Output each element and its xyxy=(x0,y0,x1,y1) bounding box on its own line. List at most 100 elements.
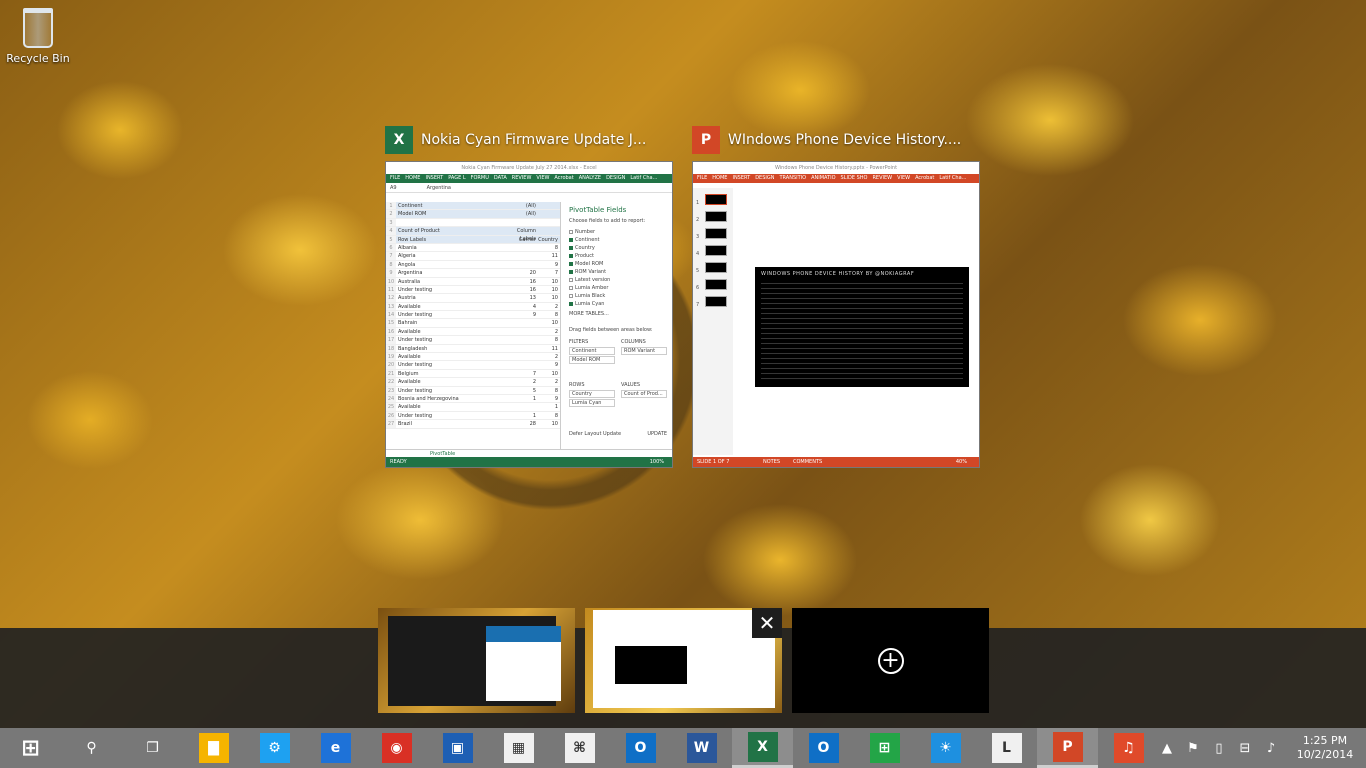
country-value: 11 xyxy=(551,253,558,260)
table-row: 19 Available 2 xyxy=(386,353,560,362)
field-label: Continent xyxy=(575,237,600,243)
taskbar-outlook-2[interactable]: O xyxy=(793,728,854,768)
country-value: 2 xyxy=(554,354,558,361)
weather-icon: ☀ xyxy=(930,733,961,763)
chrome-icon: ◉ xyxy=(381,733,412,763)
checkbox-icon xyxy=(569,302,573,306)
country-value: 11 xyxy=(551,345,558,352)
ribbon-tab: VIEW xyxy=(897,175,911,181)
music-icon: ♫ xyxy=(1113,733,1144,763)
network-icon[interactable]: ⊟ xyxy=(1232,741,1258,756)
window-thumbnail-powerpoint[interactable]: P WIndows Phone Device History.... Windo… xyxy=(692,126,980,468)
ribbon-tab: Latif Cha... xyxy=(630,175,658,181)
country-value: 8 xyxy=(554,337,558,344)
row-label: Bahrain xyxy=(398,320,418,327)
clock-date: 10/2/2014 xyxy=(1296,748,1354,761)
slide-thumbnail: 6 xyxy=(693,279,733,291)
clock[interactable]: 1:25 PM 10/2/2014 xyxy=(1284,734,1366,762)
carrier-value: Column Labels xyxy=(516,228,536,243)
taskbar-internet-explorer[interactable]: e xyxy=(305,728,366,768)
powerpoint-title-bar: Windows Phone Device History.pptx - Powe… xyxy=(693,162,979,174)
table-row: 22 Available 2 2 xyxy=(386,378,560,387)
recycle-bin[interactable]: Recycle Bin xyxy=(6,8,70,65)
close-desktop-button[interactable]: ✕ xyxy=(752,608,782,638)
row-number: 24 xyxy=(386,394,396,403)
taskbar-excel[interactable]: X xyxy=(732,728,793,768)
show-hidden-icons[interactable]: ▲ xyxy=(1154,741,1180,756)
desktop-thumbnail-1[interactable] xyxy=(378,608,575,713)
carrier-value xyxy=(516,361,538,368)
pivot-fields-pane: PivotTable Fields Choose fields to add t… xyxy=(564,202,672,449)
pivot-field: Lumia Amber xyxy=(569,284,667,292)
table-row: 13 Available 4 2 xyxy=(386,302,560,312)
filters-area-label: FILTERS xyxy=(569,339,589,345)
slide-thumbnail: 1 xyxy=(693,194,733,206)
slide-thumbnail: 7 xyxy=(693,296,733,308)
country-value: 8 xyxy=(554,387,558,394)
field-label: Lumia Black xyxy=(575,293,606,299)
taskbar-task-view[interactable]: ❐ xyxy=(122,728,183,768)
row-label: Austria xyxy=(398,295,416,302)
taskbar-settings[interactable]: ⚙ xyxy=(244,728,305,768)
table-row: 16 Available 2 xyxy=(386,327,560,337)
pivot-field-list: Number Continent Country Product Model ROM RO… xyxy=(569,228,667,308)
carrier-value: Carrier xyxy=(518,236,536,243)
row-label: Bosnia and Herzegovina xyxy=(398,395,459,402)
phone-icon[interactable]: ▯ xyxy=(1206,741,1232,756)
row-number: 7 xyxy=(386,252,396,260)
carrier-value xyxy=(516,353,538,360)
table-row: 11 Under testing 16 10 xyxy=(386,285,560,295)
taskbar-calculator[interactable]: ▦ xyxy=(488,728,549,768)
row-number: 8 xyxy=(386,260,396,269)
row-label: Count of Product xyxy=(398,228,440,235)
field-label: Product xyxy=(575,253,594,259)
notes-button: NOTES xyxy=(763,459,781,465)
row-label: Brazil xyxy=(398,421,412,428)
slide-table xyxy=(761,283,963,379)
slide-number: 2 xyxy=(696,217,700,223)
field-label: Country xyxy=(575,245,595,251)
action-center-icon[interactable]: ⚑ xyxy=(1180,741,1206,756)
volume-icon[interactable]: ♪ xyxy=(1258,741,1284,756)
taskbar-store[interactable]: ⊞ xyxy=(854,728,915,768)
window-thumbnail-excel[interactable]: X Nokia Cyan Firmware Update J... Nokia … xyxy=(385,126,673,468)
taskbar-powerpoint[interactable]: P xyxy=(1037,728,1098,768)
carrier-value xyxy=(516,403,538,410)
checkbox-icon xyxy=(569,246,573,250)
taskbar-search[interactable]: ⚲ xyxy=(61,728,122,768)
country-value xyxy=(538,227,560,234)
store-icon: ⊞ xyxy=(869,733,900,763)
taskbar-start[interactable]: ⊞ xyxy=(0,728,61,768)
row-number: 17 xyxy=(386,336,396,344)
table-row: 26 Under testing 1 8 xyxy=(386,411,560,421)
table-row: 18 Bangladesh 11 xyxy=(386,344,560,354)
taskbar-acrobat[interactable]: ⌘ xyxy=(549,728,610,768)
values-area-label: VALUES xyxy=(621,382,641,388)
country-value: 2 xyxy=(554,379,558,386)
row-label: Angola xyxy=(398,261,416,268)
clock-time: 1:25 PM xyxy=(1302,734,1348,747)
taskbar: ⊞ ⚲ ❐ ▇ ⚙ e ◉ ▣ ▦ ⌘ O W X O ⊞ ☀ L P ♫ ▲ ⚑ ▯ ⊟ ♪ 1:25 PM 10/2/2… xyxy=(0,728,1366,768)
taskbar-chrome[interactable]: ◉ xyxy=(366,728,427,768)
defer-layout-update: Defer Layout Update xyxy=(569,431,622,437)
taskbar-music[interactable]: ♫ xyxy=(1098,728,1159,768)
taskbar-photo-viewer[interactable]: ▣ xyxy=(427,728,488,768)
taskbar-word[interactable]: W xyxy=(671,728,732,768)
file-explorer-icon: ▇ xyxy=(198,733,229,763)
powerpoint-icon: P xyxy=(1052,731,1083,762)
table-row: 6 Albania 8 xyxy=(386,243,560,253)
taskbar-lync[interactable]: L xyxy=(976,728,1037,768)
excel-status: READY xyxy=(390,459,407,465)
taskbar-outlook[interactable]: O xyxy=(610,728,671,768)
new-desktop-button[interactable]: + xyxy=(792,608,989,713)
slide-number: 6 xyxy=(696,285,700,291)
row-number: 6 xyxy=(386,243,396,252)
field-label: Latest version xyxy=(575,277,611,283)
row-label: Under testing xyxy=(398,387,433,394)
acrobat-icon: ⌘ xyxy=(564,733,595,763)
taskbar-file-explorer[interactable]: ▇ xyxy=(183,728,244,768)
taskbar-weather[interactable]: ☀ xyxy=(915,728,976,768)
pivot-field: Product xyxy=(569,252,667,260)
row-number: 21 xyxy=(386,369,396,378)
checkbox-icon xyxy=(569,262,573,266)
